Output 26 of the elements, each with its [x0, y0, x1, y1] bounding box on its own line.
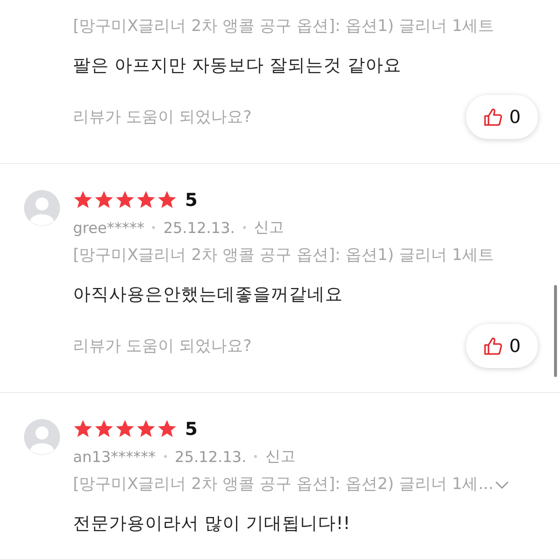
separator-dot [254, 455, 258, 458]
like-button[interactable]: 0 [466, 324, 538, 368]
review-text: 팔은 아프지만 자동보다 잘되는것 같아요 [73, 55, 402, 77]
helpful-prompt: 리뷰가 도움이 되었나요? [73, 106, 252, 128]
reviewer-name: an13****** [73, 448, 156, 466]
review-text: 전문가용이라서 많이 기대됩니다!! [73, 513, 352, 535]
helpful-prompt: 리뷰가 도움이 되었나요? [73, 336, 252, 356]
option-text: [망구미X글리너 2차 앵콜 공구 옵션]: 옵션2) 글리너 1세... [73, 474, 494, 495]
option-text: [망구미X글리너 2차 앵콜 공구 옵션]: 옵션1) 글리너 1세트 [73, 16, 494, 37]
avatar-icon [24, 190, 60, 226]
avatar-icon [24, 419, 60, 455]
option-text: [망구미X글리너 2차 앵콜 공구 옵션]: 옵션1) 글리너 1세트 [73, 245, 494, 266]
rating-value: 5 [185, 418, 198, 440]
review-text: 아직사용은안했는데좋을꺼같네요 [73, 284, 344, 306]
review-date: 25.12.13. [174, 448, 246, 466]
rating-value: 5 [185, 190, 198, 210]
separator-dot [152, 226, 156, 229]
thumbs-up-icon [483, 107, 504, 127]
scrollbar[interactable] [554, 285, 557, 377]
chevron-icon[interactable] [495, 480, 510, 488]
thumbs-up-icon [483, 336, 504, 356]
separator-dot [242, 226, 246, 229]
review-date: 25.12.13. [163, 218, 235, 236]
like-button[interactable]: 0 [466, 95, 538, 139]
reviewer-name: gree***** [73, 218, 144, 236]
separator-dot [164, 455, 167, 458]
